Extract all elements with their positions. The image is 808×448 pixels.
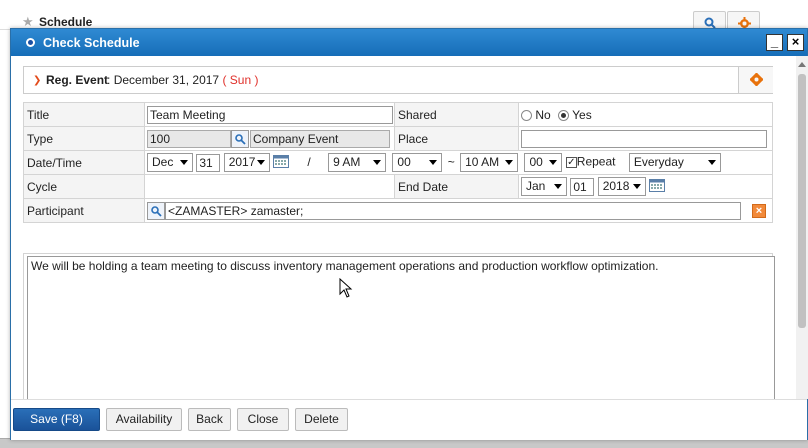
background-header: ★ Schedule — [0, 0, 808, 31]
shared-yes-radio[interactable] — [558, 109, 570, 121]
dialog-icon — [26, 38, 35, 47]
end-date-label: End Date — [394, 174, 519, 199]
shared-no-label: No — [535, 107, 551, 122]
participant-label: Participant — [23, 198, 145, 223]
dialog-titlebar[interactable]: Check Schedule _ × — [11, 29, 807, 56]
participant-clear-icon[interactable]: × — [752, 204, 766, 218]
start-day-input[interactable]: 31 — [196, 153, 221, 172]
dialog-scrollbar[interactable] — [796, 56, 808, 399]
end-month-select[interactable]: Jan — [521, 177, 567, 196]
title-label: Title — [23, 102, 145, 127]
title-input[interactable]: Team Meeting — [147, 105, 393, 124]
date-time-separator: / — [307, 154, 311, 169]
start-calendar-icon[interactable] — [273, 154, 290, 171]
scroll-up-icon[interactable] — [798, 62, 806, 67]
minimize-button[interactable]: _ — [766, 34, 783, 51]
repeat-select[interactable]: Everyday — [628, 153, 721, 172]
end-year-select[interactable]: 2018 — [597, 177, 646, 196]
event-day: ( Sun ) — [222, 73, 259, 87]
cycle-value — [144, 174, 395, 199]
save-button[interactable]: Save (F8) — [13, 408, 100, 431]
dialog-content: ❯ Reg. Event : December 31, 2017 ( Sun )… — [11, 56, 796, 399]
arrow-right-icon: ❯ — [33, 75, 42, 86]
event-date-text: : December 31, 2017 ( Sun ) — [107, 73, 259, 87]
event-type-label: Reg. Event — [46, 73, 109, 87]
gear-icon — [750, 73, 763, 86]
end-calendar-icon[interactable] — [649, 178, 666, 195]
close-button[interactable]: Close — [237, 408, 289, 431]
repeat-label: Repeat — [576, 154, 616, 169]
end-hour-select[interactable]: 10 AM — [460, 153, 519, 172]
participant-search-button[interactable] — [147, 201, 165, 220]
type-name-display: Company Event — [250, 129, 390, 148]
start-month-select[interactable]: Dec — [147, 153, 193, 172]
dialog-title: Check Schedule — [43, 36, 140, 50]
shared-label: Shared — [394, 102, 519, 127]
dialog-footer: Save (F8) Availability Back Close Delete — [11, 399, 807, 440]
start-minute-select[interactable]: 00 — [392, 153, 443, 172]
title-row: Title Team Meeting Shared No Yes — [23, 102, 773, 127]
availability-button[interactable]: Availability — [106, 408, 182, 431]
start-year-select[interactable]: 2017 — [223, 153, 270, 172]
mouse-cursor-icon — [339, 278, 353, 298]
participant-row: Participant <ZAMASTER> zamaster; × — [23, 198, 773, 223]
event-header: ❯ Reg. Event : December 31, 2017 ( Sun ) — [23, 66, 773, 94]
place-label: Place — [394, 126, 519, 151]
shared-no-radio[interactable] — [521, 109, 532, 121]
cycle-label: Cycle — [23, 174, 145, 199]
delete-button[interactable]: Delete — [295, 408, 348, 431]
time-range-separator: ~ — [447, 154, 455, 169]
repeat-checkbox[interactable]: ✓ — [565, 157, 577, 168]
check-schedule-dialog: Check Schedule _ × ❯ Reg. Event : Decemb… — [10, 28, 808, 440]
end-day-input[interactable]: 01 — [570, 177, 595, 196]
cycle-row: Cycle End Date Jan 01 2018 — [23, 174, 773, 199]
type-code-input[interactable]: 100 — [147, 129, 231, 148]
scroll-thumb[interactable] — [798, 74, 806, 328]
search-icon — [151, 205, 162, 217]
start-hour-select[interactable]: 9 AM — [328, 153, 387, 172]
memo-textarea[interactable]: We will be holding a team meeting to dis… — [27, 256, 775, 399]
participant-input[interactable]: <ZAMASTER> zamaster; — [165, 201, 741, 220]
type-row: Type 100 Company Event Place — [23, 126, 773, 151]
place-input[interactable] — [521, 129, 767, 148]
datetime-label: Date/Time — [23, 150, 145, 175]
type-label: Type — [23, 126, 145, 151]
datetime-row: Date/Time Dec 31 2017 / 9 AM 00 ~ 10 AM … — [23, 150, 773, 175]
shared-yes-label: Yes — [572, 107, 592, 122]
close-icon[interactable]: × — [787, 34, 804, 51]
search-icon — [235, 133, 246, 145]
schedule-form: Title Team Meeting Shared No Yes Type 10… — [23, 102, 773, 223]
end-minute-select[interactable]: 00 — [524, 153, 563, 172]
type-search-button[interactable] — [231, 129, 249, 148]
back-button[interactable]: Back — [188, 408, 231, 431]
event-settings-button[interactable] — [738, 67, 773, 93]
background-title: Schedule — [39, 15, 93, 29]
